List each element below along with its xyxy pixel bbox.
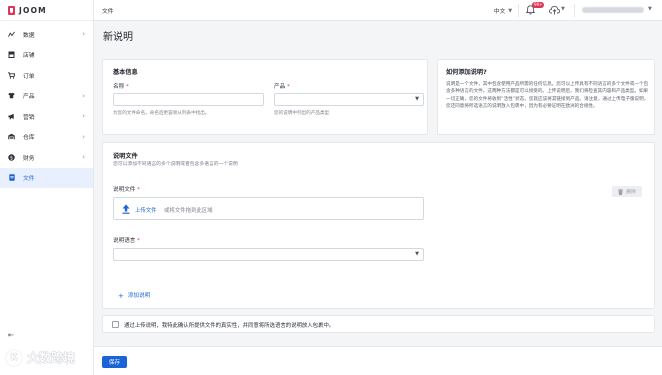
store-icon bbox=[8, 51, 15, 59]
sidebar-item-finance[interactable]: $ 财务 › bbox=[0, 147, 93, 168]
chevron-right-icon: › bbox=[82, 132, 85, 141]
product-hint: 您的说明中列出的产品类型 bbox=[274, 111, 330, 116]
help-panel: 如何添加说明? 说明是一个文件，其中包含使用产品所需的任何信息。您可以上传具有不… bbox=[437, 59, 655, 135]
delete-button[interactable]: 删除 bbox=[612, 186, 642, 197]
language-selector[interactable]: 中文 ▼ bbox=[494, 5, 512, 16]
help-title: 如何添加说明? bbox=[446, 69, 487, 76]
sidebar-nav: 数据 › 店铺 订单 产品 › 营销 › 仓库 › $ 财务 › 文件 bbox=[0, 21, 93, 188]
sidebar-item-label: 订单 bbox=[23, 73, 35, 80]
name-label-text: 名称 bbox=[113, 84, 125, 90]
cart-icon bbox=[8, 72, 15, 79]
page-title: 新说明 bbox=[103, 32, 133, 43]
file-label-text: 说明文件 bbox=[113, 187, 136, 193]
upload-file-link[interactable]: 上传文件 bbox=[135, 206, 157, 214]
divider bbox=[574, 4, 575, 17]
product-label: 产品 * bbox=[274, 82, 290, 90]
chevron-down-icon: ▼ bbox=[415, 96, 419, 102]
sidebar-item-label: 财务 bbox=[23, 155, 35, 162]
topbar: 文件 中文 ▼ 99+ ▼ ▼ bbox=[94, 0, 662, 21]
language-select[interactable]: ▼ bbox=[113, 248, 424, 261]
watermark: K 大数跨境 bbox=[6, 349, 75, 366]
megaphone-icon bbox=[8, 113, 15, 120]
agreement-text: 通过上传说明，我特此确认所提供文件的真实性，并同意将所选语言的说明放入包裹中。 bbox=[124, 323, 335, 329]
notification-badge: 99+ bbox=[532, 2, 545, 8]
watermark-logo-icon: K bbox=[6, 349, 22, 366]
trash-icon bbox=[618, 188, 624, 195]
sidebar-item-label: 仓库 bbox=[23, 135, 35, 142]
sidebar: JOOM 数据 › 店铺 订单 产品 › 营销 › 仓库 › $ 财务 › 文件… bbox=[0, 0, 94, 375]
logo-text: JOOM bbox=[19, 5, 47, 15]
name-label: 名称 * bbox=[113, 82, 129, 90]
logo[interactable]: JOOM bbox=[0, 0, 93, 21]
sidebar-item-orders[interactable]: 订单 bbox=[0, 65, 93, 86]
sidebar-item-label: 文件 bbox=[23, 176, 35, 183]
sidebar-item-label: 产品 bbox=[23, 94, 35, 101]
name-hint: 为您的文件命名。命名后更容易从列表中找出。 bbox=[113, 111, 210, 116]
breadcrumb[interactable]: 文件 bbox=[102, 6, 114, 15]
delete-label: 删除 bbox=[626, 190, 636, 195]
save-button[interactable]: 保存 bbox=[102, 356, 127, 368]
product-select[interactable]: ▼ bbox=[274, 93, 424, 106]
chart-line-icon bbox=[8, 31, 15, 38]
chevron-down-icon: ▼ bbox=[508, 7, 513, 14]
joom-logo-icon bbox=[8, 5, 15, 15]
file-label: 说明文件 * bbox=[113, 185, 140, 193]
chevron-down-icon[interactable]: ▼ bbox=[561, 6, 565, 12]
divider bbox=[518, 4, 519, 17]
agreement-checkbox[interactable] bbox=[112, 321, 119, 328]
language-value: 中文 bbox=[494, 8, 506, 15]
sidebar-item-label: 数据 bbox=[23, 32, 35, 39]
add-instruction-label: 添加说明 bbox=[127, 293, 151, 299]
language-label-text: 说明语言 bbox=[113, 238, 136, 244]
shirt-icon bbox=[8, 92, 15, 99]
file-drop-zone[interactable]: 上传文件 或将文件拖到此区域 bbox=[113, 197, 424, 220]
chevron-right-icon: › bbox=[82, 153, 85, 162]
instruction-files-panel: 说明文件 您可以添加不同语言的多个说明或者包含多语言的一个说明 说明文件 * 上… bbox=[102, 142, 655, 309]
chevron-right-icon: › bbox=[82, 112, 85, 121]
sidebar-item-data[interactable]: 数据 › bbox=[0, 24, 93, 45]
cloud-upload-icon[interactable] bbox=[549, 5, 560, 15]
section-title: 基本信息 bbox=[113, 69, 138, 76]
product-label-text: 产品 bbox=[274, 84, 286, 90]
chevron-right-icon: › bbox=[82, 91, 85, 100]
chevron-right-icon: › bbox=[82, 30, 85, 39]
name-input[interactable] bbox=[113, 93, 264, 106]
agreement-panel: 通过上传说明，我特此确认所提供文件的真实性，并同意将所选语言的说明放入包裹中。 bbox=[102, 315, 655, 333]
language-label: 说明语言 * bbox=[113, 236, 140, 244]
chevron-down-icon: ▼ bbox=[415, 251, 419, 257]
section-title: 说明文件 bbox=[113, 153, 138, 160]
sidebar-item-warehouse[interactable]: 仓库 › bbox=[0, 127, 93, 148]
sidebar-item-marketing[interactable]: 营销 › bbox=[0, 106, 93, 127]
sidebar-item-store[interactable]: 店铺 bbox=[0, 45, 93, 66]
basic-info-panel: 基本信息 名称 * 为您的文件命名。命名后更容易从列表中找出。 产品 * ▼ 您… bbox=[102, 59, 428, 135]
document-icon bbox=[8, 174, 15, 181]
sidebar-item-label: 店铺 bbox=[23, 53, 35, 60]
plus-icon: + bbox=[118, 292, 124, 300]
files-subtitle: 您可以添加不同语言的多个说明或者包含多语言的一个说明 bbox=[113, 162, 238, 167]
sidebar-item-label: 营销 bbox=[23, 114, 35, 121]
svg-text:$: $ bbox=[10, 155, 13, 161]
collapse-sidebar-icon[interactable]: ⇤ bbox=[8, 331, 14, 339]
upload-hint: 或将文件拖到此区域 bbox=[164, 208, 213, 214]
required-mark: * bbox=[286, 84, 290, 90]
required-mark: * bbox=[137, 187, 140, 193]
help-text: 说明是一个文件，其中包含使用产品所需的任何信息。您可以上传具有不同语言的多个文件… bbox=[446, 82, 649, 110]
account-menu[interactable] bbox=[582, 7, 644, 13]
required-mark: * bbox=[137, 238, 140, 244]
sidebar-item-files[interactable]: 文件 bbox=[0, 167, 93, 188]
dollar-icon: $ bbox=[8, 154, 15, 161]
required-mark: * bbox=[125, 84, 129, 90]
upload-arrow-icon bbox=[122, 204, 130, 214]
add-instruction-button[interactable]: + 添加说明 bbox=[118, 291, 150, 300]
warehouse-icon bbox=[8, 133, 15, 140]
sidebar-item-products[interactable]: 产品 › bbox=[0, 86, 93, 107]
chevron-down-icon[interactable]: ▼ bbox=[648, 6, 652, 12]
watermark-text: 大数跨境 bbox=[27, 351, 76, 365]
footer-bar: 保存 bbox=[94, 346, 662, 375]
